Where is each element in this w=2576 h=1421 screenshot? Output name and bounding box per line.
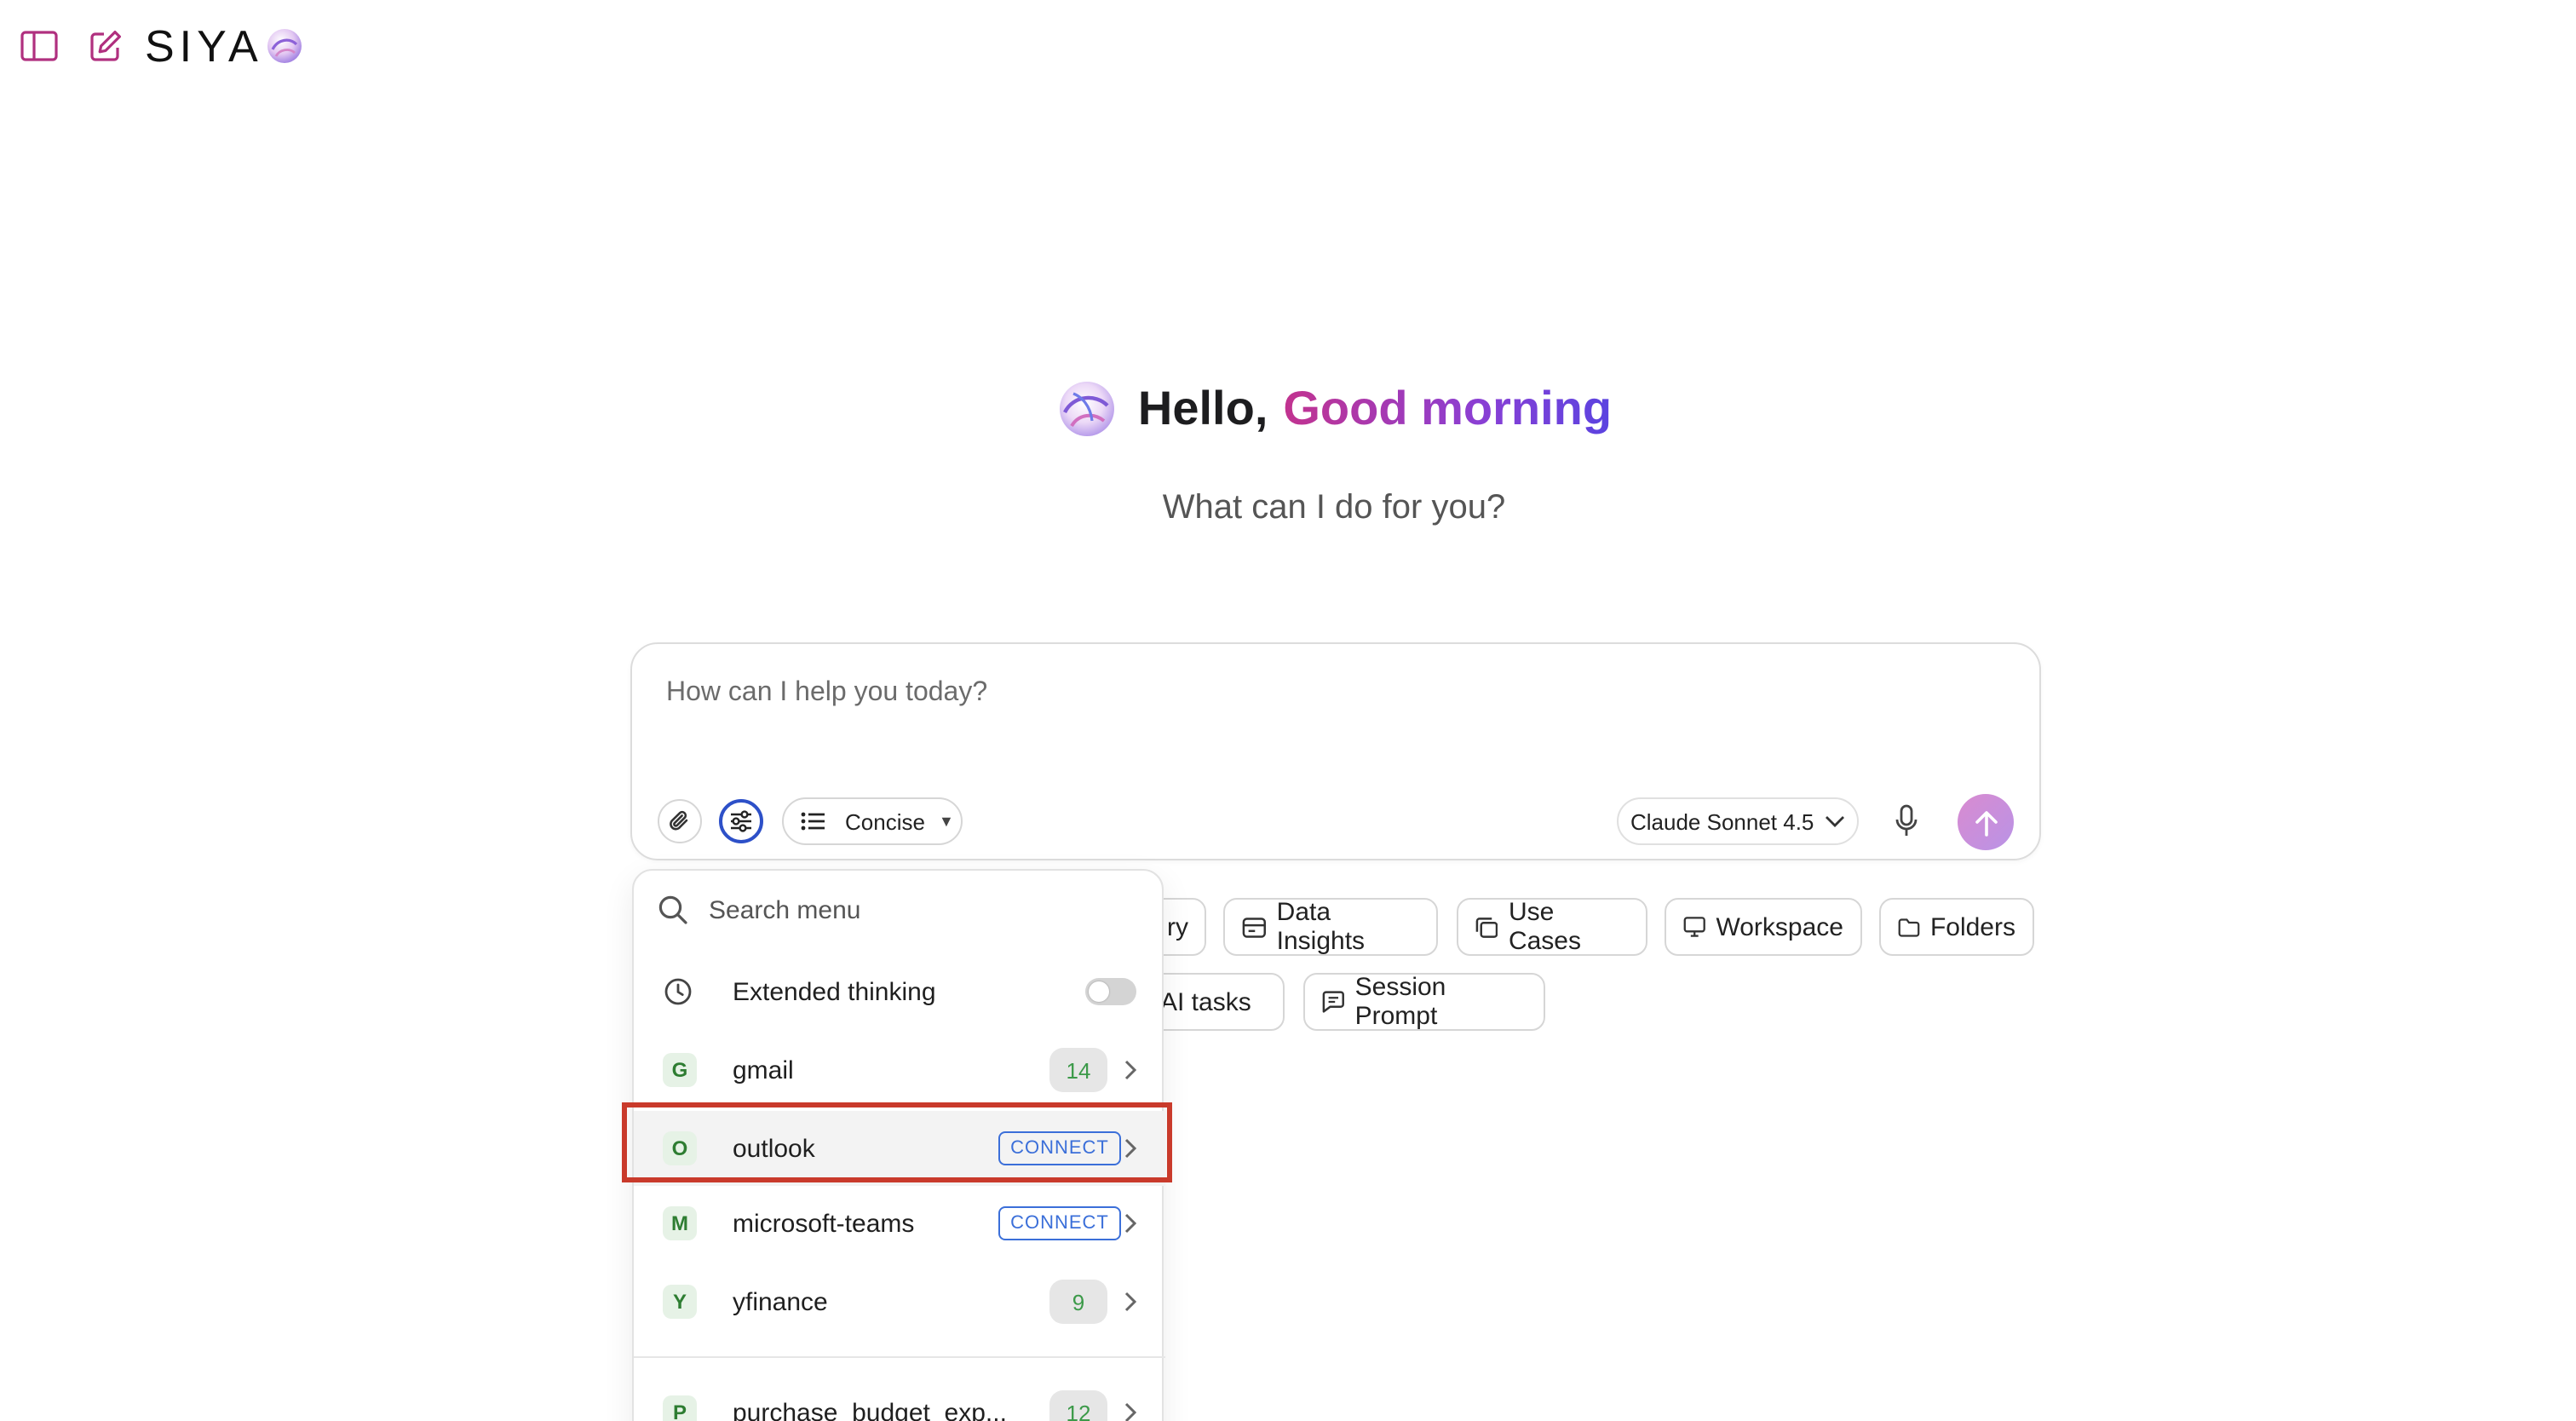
- quick-chip-data-insights[interactable]: Data Insights: [1223, 898, 1438, 956]
- paperclip-icon: [670, 810, 688, 831]
- app-root: SIYA Hello, Good morning What can I do f…: [0, 0, 2576, 1421]
- menu-search: [658, 895, 1135, 925]
- microphone-button[interactable]: [1889, 803, 1923, 840]
- menu-divider: [634, 1356, 1165, 1358]
- assistant-orb-icon: [1059, 382, 1114, 436]
- app-letter-badge: P: [663, 1395, 697, 1421]
- menu-item-label: purchase_budget_exp...: [733, 1398, 1007, 1421]
- menu-item-microsoft-teams[interactable]: M microsoft-teams CONNECT: [634, 1186, 1165, 1261]
- menu-item-label: Extended thinking: [733, 977, 936, 1006]
- app-letter-badge: O: [663, 1131, 697, 1165]
- brand-orb-icon: [267, 29, 302, 63]
- quick-chip-data-insights-label: Data Insights: [1276, 898, 1366, 956]
- arrow-up-icon: [1975, 810, 1997, 836]
- message-square-icon: [1322, 991, 1344, 1013]
- chevron-down-icon: [1825, 816, 1844, 827]
- quick-chip-use-cases[interactable]: Use Cases: [1457, 898, 1647, 956]
- microphone-icon: [1895, 804, 1918, 836]
- chevron-right-icon: [1124, 1402, 1137, 1421]
- menu-item-label: gmail: [733, 1056, 794, 1084]
- sidebar-toggle-icon[interactable]: [20, 27, 58, 65]
- card-icon: [1242, 917, 1266, 937]
- quick-chip-folders[interactable]: Folders: [1879, 898, 2034, 956]
- greeting-heading: Hello, Good morning: [0, 378, 2576, 440]
- top-bar: SIYA: [20, 24, 304, 68]
- tools-menu-button[interactable]: [719, 799, 763, 843]
- connect-button[interactable]: CONNECT: [998, 1206, 1121, 1240]
- chat-composer: Concise ▼ Claude Sonnet 4.5: [630, 642, 2041, 860]
- quick-chip-session-prompt[interactable]: Session Prompt: [1303, 973, 1545, 1031]
- monitor-icon: [1683, 917, 1705, 937]
- brand-logo: SIYA: [145, 24, 304, 68]
- menu-item-label: yfinance: [733, 1287, 828, 1316]
- chevron-right-icon: [1124, 1213, 1137, 1234]
- menu-item-gmail[interactable]: G gmail 14: [634, 1033, 1165, 1107]
- menu-item-outlook[interactable]: O outlook CONNECT: [634, 1111, 1165, 1186]
- app-letter-badge: M: [663, 1206, 697, 1240]
- search-icon: [658, 895, 687, 924]
- menu-search-input[interactable]: [709, 895, 1135, 924]
- quick-chip-use-cases-label: Use Cases: [1508, 898, 1581, 956]
- model-label: Claude Sonnet 4.5: [1630, 808, 1814, 834]
- response-style-select[interactable]: Concise ▼: [782, 797, 963, 845]
- quick-chip-ai-tasks-label: AI tasks: [1160, 987, 1251, 1016]
- quick-chip-partial-label: ry: [1167, 912, 1188, 941]
- app-letter-badge: Y: [663, 1285, 697, 1319]
- chevron-right-icon: [1124, 1060, 1137, 1080]
- caret-down-icon: ▼: [938, 813, 954, 830]
- brand-name: SIYA: [145, 20, 263, 72]
- send-button[interactable]: [1958, 794, 2014, 850]
- quick-chip-workspace[interactable]: Workspace: [1665, 898, 1862, 956]
- sliders-icon: [731, 810, 751, 832]
- menu-item-extended-thinking[interactable]: Extended thinking: [634, 954, 1165, 1029]
- new-chat-icon[interactable]: [87, 27, 124, 65]
- menu-item-label: outlook: [733, 1134, 815, 1163]
- extended-thinking-toggle[interactable]: [1085, 978, 1136, 1005]
- tools-dropdown-menu: Extended thinking G gmail 14 O outlook C…: [632, 869, 1165, 1421]
- chevron-right-icon: [1124, 1138, 1137, 1159]
- quick-chip-folders-label: Folders: [1929, 912, 2015, 941]
- copy-icon: [1475, 917, 1498, 937]
- folder-icon: [1898, 918, 1920, 936]
- quick-chip-workspace-label: Workspace: [1716, 912, 1843, 941]
- attach-button[interactable]: [658, 799, 702, 843]
- menu-item-label: microsoft-teams: [733, 1209, 915, 1238]
- clock-icon: [664, 978, 692, 1005]
- connect-button[interactable]: CONNECT: [998, 1131, 1121, 1165]
- chat-input[interactable]: [666, 678, 1995, 709]
- model-select[interactable]: Claude Sonnet 4.5: [1617, 797, 1859, 845]
- menu-item-yfinance[interactable]: Y yfinance 9: [634, 1264, 1165, 1339]
- tool-count-badge: 14: [1049, 1048, 1107, 1092]
- list-icon: [801, 812, 825, 831]
- chevron-right-icon: [1124, 1292, 1137, 1312]
- greeting-time-of-day: Good morning: [1283, 382, 1613, 434]
- app-letter-badge: G: [663, 1053, 697, 1087]
- greeting-hello: Hello,: [1137, 382, 1268, 434]
- response-style-label: Concise: [845, 808, 925, 834]
- tool-count-badge: 12: [1049, 1390, 1107, 1421]
- quick-chip-session-prompt-label: Session Prompt: [1354, 973, 1446, 1031]
- greeting-subtitle: What can I do for you?: [1162, 489, 1506, 526]
- tool-count-badge: 9: [1049, 1280, 1107, 1324]
- menu-item-purchase-budget[interactable]: P purchase_budget_exp... 12: [634, 1375, 1165, 1421]
